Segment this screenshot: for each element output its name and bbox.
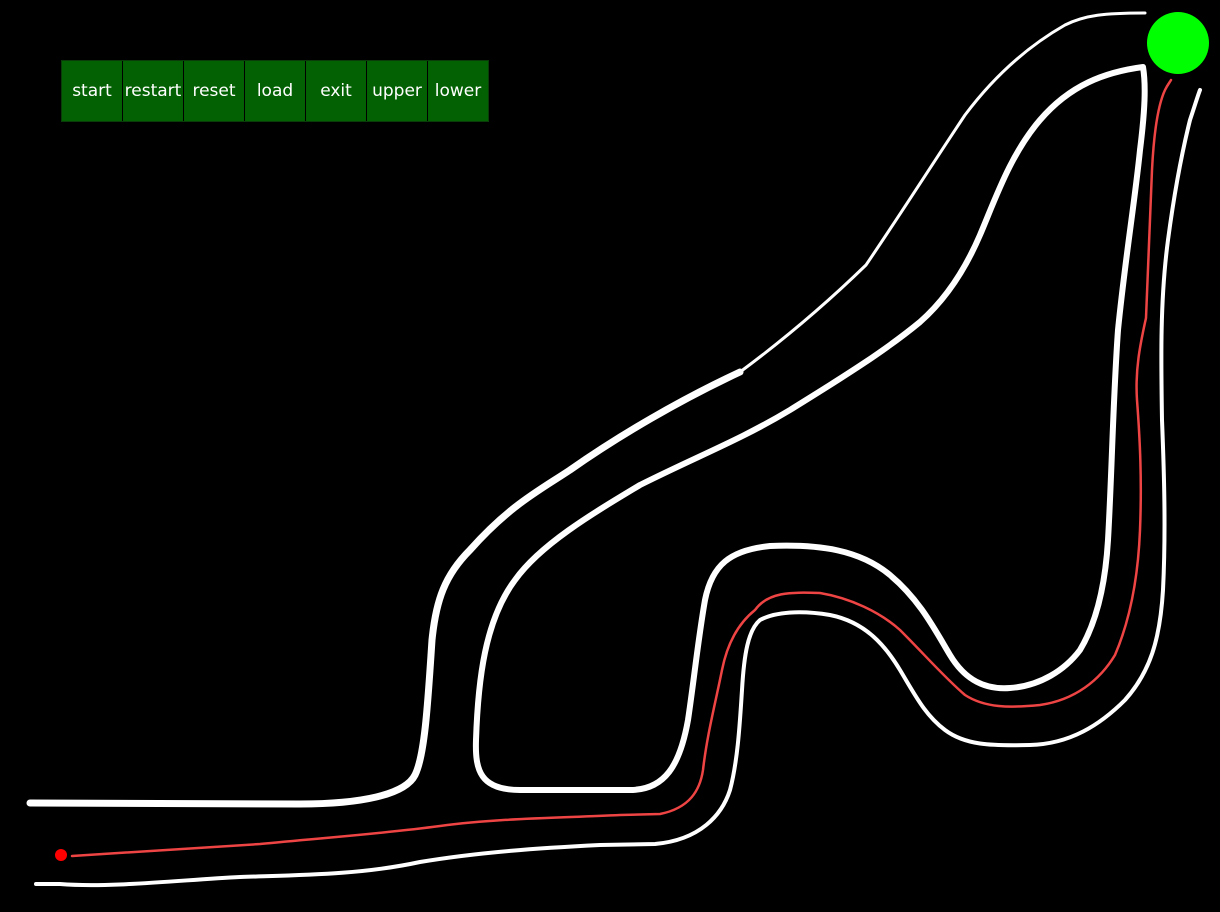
track-wall-outer-top-upper bbox=[738, 11, 1147, 374]
game-canvas[interactable]: start restart reset load exit upper lowe… bbox=[0, 0, 1220, 912]
start-marker bbox=[55, 849, 67, 861]
track-wall-inner-island bbox=[472, 64, 1148, 793]
track-wall-outer-top bbox=[26, 368, 744, 808]
track-wall-outer-bottom bbox=[34, 88, 1202, 888]
goal-marker bbox=[1147, 12, 1209, 74]
race-track bbox=[26, 11, 1209, 888]
agent-trajectory bbox=[70, 78, 1173, 858]
